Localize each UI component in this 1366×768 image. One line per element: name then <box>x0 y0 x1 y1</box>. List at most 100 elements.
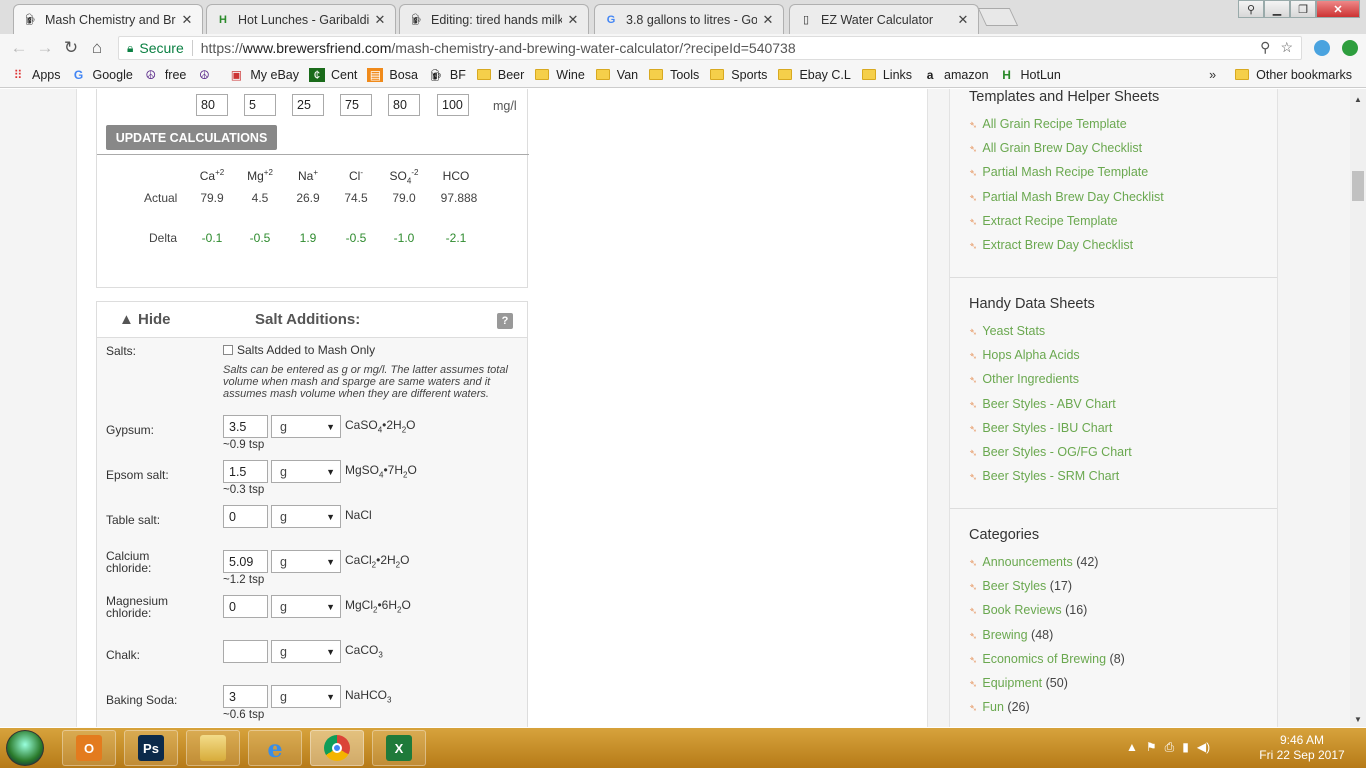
zoom-icon[interactable]: ⚲ <box>1260 39 1270 56</box>
cloud-extension-icon[interactable] <box>1314 40 1330 56</box>
browser-tab[interactable]: ▯ EZ Water Calculator ✕ <box>789 4 979 34</box>
bookmark-item[interactable]: ▣ My eBay <box>228 68 299 82</box>
back-arrow-icon[interactable]: ← <box>6 38 32 58</box>
close-icon[interactable]: ✕ <box>373 12 387 28</box>
sidebar-link[interactable]: ➴ Other Ingredients <box>969 372 1079 386</box>
close-window-button[interactable]: ✕ <box>1316 0 1360 18</box>
more-bookmarks-chevron[interactable]: » <box>1209 68 1216 82</box>
bookmark-item[interactable]: ▤ Bosa <box>367 67 418 82</box>
salt-unit-select[interactable]: g ▼ <box>271 505 341 528</box>
other-bookmarks[interactable]: Other bookmarks <box>1234 68 1352 82</box>
bookmark-item[interactable]: ☮ free <box>143 68 186 82</box>
close-icon[interactable]: ✕ <box>566 12 580 28</box>
bookmark-item[interactable]: Beer <box>476 68 524 82</box>
clock[interactable]: 9:46 AM Fri 22 Sep 2017 <box>1252 733 1352 763</box>
new-tab-button[interactable] <box>977 8 1019 26</box>
sidebar-link[interactable]: ➴ Beer Styles - IBU Chart <box>969 421 1112 435</box>
printer-icon[interactable]: ⎙ <box>1165 740 1175 755</box>
vertical-scrollbar[interactable]: ▲ ▼ <box>1350 89 1366 727</box>
scroll-down-icon[interactable]: ▼ <box>1354 715 1362 724</box>
ie-taskbar-button[interactable]: e <box>248 730 302 766</box>
photoshop-taskbar-button[interactable]: Ps <box>124 730 178 766</box>
reload-icon[interactable]: ↻ <box>58 38 84 58</box>
target-mg-input[interactable] <box>244 94 276 116</box>
sidebar-link[interactable]: ➴ Book Reviews (16) <box>969 603 1087 617</box>
maximize-button[interactable]: ❐ <box>1290 0 1316 18</box>
salt-amount-input[interactable] <box>223 460 268 483</box>
scroll-up-icon[interactable]: ▲ <box>1354 95 1362 104</box>
salt-unit-select[interactable]: g ▼ <box>271 460 341 483</box>
sidebar-link[interactable]: ➴ Hops Alpha Acids <box>969 348 1080 362</box>
excel-taskbar-button[interactable]: X <box>372 730 426 766</box>
sidebar-link[interactable]: ➴ All Grain Recipe Template <box>969 117 1127 131</box>
browser-tab[interactable]: G 3.8 gallons to litres - Goo ✕ <box>594 4 784 34</box>
bookmark-item[interactable]: Sports <box>709 68 767 82</box>
help-icon[interactable]: ? <box>497 313 513 329</box>
sidebar-link[interactable]: ➴ Beer Styles (17) <box>969 579 1072 593</box>
bookmark-item[interactable]: Ebay C.L <box>777 68 851 82</box>
salt-unit-select[interactable]: g ▼ <box>271 550 341 573</box>
chrome-taskbar-button[interactable] <box>310 730 364 766</box>
address-bar[interactable]: 🔒︎ Secure https://www.brewersfriend.com/… <box>118 36 1302 60</box>
explorer-taskbar-button[interactable] <box>186 730 240 766</box>
target-hco-input[interactable] <box>437 94 469 116</box>
bookmark-item[interactable]: Tools <box>648 68 699 82</box>
update-calculations-button[interactable]: UPDATE CALCULATIONS <box>106 125 277 150</box>
sidebar-link[interactable]: ➴ Beer Styles - ABV Chart <box>969 397 1116 411</box>
close-icon[interactable]: ✕ <box>761 12 775 28</box>
sidebar-link[interactable]: ➴ All Grain Brew Day Checklist <box>969 141 1142 155</box>
salt-amount-input[interactable] <box>223 595 268 618</box>
sidebar-link[interactable]: ➴ Brewing (48) <box>969 628 1053 642</box>
home-icon[interactable]: ⌂ <box>84 38 110 58</box>
sidebar-link[interactable]: ➴ Yeast Stats <box>969 324 1045 338</box>
sidebar-link[interactable]: ➴ Beer Styles - SRM Chart <box>969 469 1119 483</box>
green-extension-icon[interactable] <box>1342 40 1358 56</box>
browser-tab[interactable]: 🍺︎ Mash Chemistry and Bre ✕ <box>13 4 203 34</box>
volume-icon[interactable]: ◀) <box>1197 740 1210 755</box>
sidebar-link[interactable]: ➴ Partial Mash Recipe Template <box>969 165 1148 179</box>
browser-tab[interactable]: 🍺︎ Editing: tired hands milk ✕ <box>399 4 589 34</box>
mash-only-checkbox[interactable] <box>223 345 233 355</box>
salt-amount-input[interactable] <box>223 505 268 528</box>
forward-arrow-icon[interactable]: → <box>32 38 58 58</box>
bookmark-item[interactable]: a amazon <box>922 68 989 82</box>
browser-tab[interactable]: H Hot Lunches - Garibaldi ✕ <box>206 4 396 34</box>
bookmark-item[interactable]: ☮ <box>196 68 218 82</box>
salt-unit-select[interactable]: g ▼ <box>271 415 341 438</box>
bookmark-item[interactable]: 🍺︎ BF <box>428 68 466 82</box>
salt-unit-select[interactable]: g ▼ <box>271 685 341 708</box>
network-icon[interactable]: ▮ <box>1182 740 1189 755</box>
bookmark-item[interactable]: Links <box>861 68 912 82</box>
sidebar-link[interactable]: ➴ Equipment (50) <box>969 676 1068 690</box>
outlook-taskbar-button[interactable]: O <box>62 730 116 766</box>
target-na-input[interactable] <box>292 94 324 116</box>
bookmark-item[interactable]: H HotLun <box>999 68 1061 82</box>
close-icon[interactable]: ✕ <box>956 12 970 28</box>
bookmark-star-icon[interactable]: ☆ <box>1280 39 1293 56</box>
salt-amount-input[interactable] <box>223 685 268 708</box>
bookmark-item[interactable]: Van <box>595 68 638 82</box>
show-hidden-icons[interactable]: ▲ <box>1126 740 1138 755</box>
sidebar-link[interactable]: ➴ Economics of Brewing (8) <box>969 652 1125 666</box>
sidebar-link[interactable]: ➴ Extract Brew Day Checklist <box>969 238 1133 252</box>
target-cl-input[interactable] <box>340 94 372 116</box>
bookmark-item[interactable]: ⠿ Apps <box>10 68 61 82</box>
salt-unit-select[interactable]: g ▼ <box>271 595 341 618</box>
salt-amount-input[interactable] <box>223 550 268 573</box>
user-icon[interactable]: ⚲ <box>1238 0 1264 18</box>
bookmark-item[interactable]: ¢ Cent <box>309 67 357 82</box>
salt-amount-input[interactable] <box>223 415 268 438</box>
minimize-button[interactable]: ▁ <box>1264 0 1290 18</box>
target-so4-input[interactable] <box>388 94 420 116</box>
salt-unit-select[interactable]: g ▼ <box>271 640 341 663</box>
bookmark-item[interactable]: Wine <box>534 68 585 82</box>
sidebar-link[interactable]: ➴ Fun (26) <box>969 700 1030 714</box>
bookmark-item[interactable]: G Google <box>71 68 133 82</box>
target-ca-input[interactable] <box>196 94 228 116</box>
flag-icon[interactable]: ⚑ <box>1146 740 1157 755</box>
sidebar-link[interactable]: ➴ Extract Recipe Template <box>969 214 1118 228</box>
salt-amount-input[interactable] <box>223 640 268 663</box>
sidebar-link[interactable]: ➴ Beer Styles - OG/FG Chart <box>969 445 1132 459</box>
sidebar-link[interactable]: ➴ Announcements (42) <box>969 555 1098 569</box>
scroll-thumb[interactable] <box>1352 171 1364 201</box>
